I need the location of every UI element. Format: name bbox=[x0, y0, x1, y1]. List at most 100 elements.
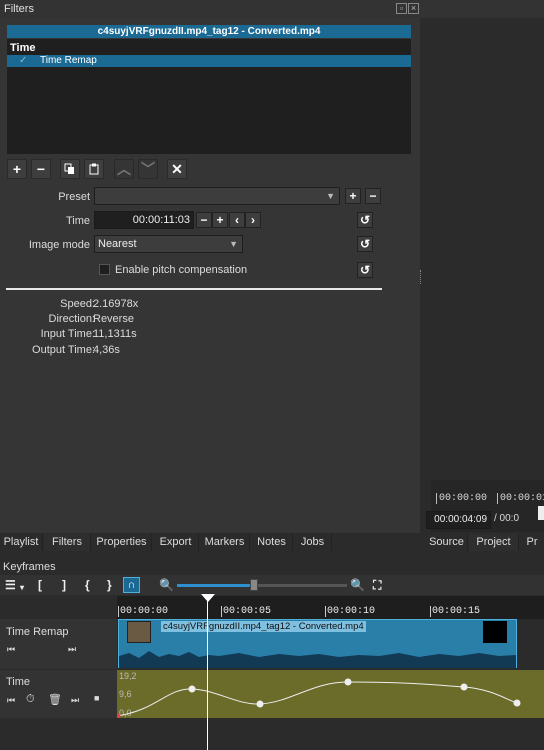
time-input[interactable]: 00:00:11:03 bbox=[94, 211, 194, 229]
trim-out-icon[interactable]: ] bbox=[62, 578, 66, 592]
next-keyframe-button[interactable]: › bbox=[245, 212, 261, 228]
clip-title: c4suyjVRFgnuzdII.mp4_tag12 - Converted.m… bbox=[7, 25, 411, 38]
filter-category-header: Time bbox=[10, 42, 36, 54]
snap-icon[interactable]: ∩ bbox=[123, 577, 140, 593]
keyframes-title: Keyframes bbox=[3, 561, 56, 573]
next-keyframe-icon[interactable]: ⏭ bbox=[68, 644, 76, 655]
playhead[interactable] bbox=[207, 596, 208, 750]
ruler-tick-label: 00:00:10 bbox=[325, 606, 376, 617]
decrement-button[interactable]: − bbox=[196, 212, 212, 228]
ruler-tick-label: 00:00:00 bbox=[118, 606, 169, 617]
reset-image-mode-button[interactable]: ↺ bbox=[357, 236, 373, 252]
keyframe-point[interactable] bbox=[188, 685, 196, 693]
preset-label: Preset bbox=[58, 191, 90, 203]
stop-icon[interactable]: ■ bbox=[94, 693, 99, 703]
duration-text: / 00:0 bbox=[494, 513, 520, 524]
seek-next-icon[interactable]: } bbox=[107, 578, 112, 592]
remove-filter-button[interactable]: − bbox=[31, 159, 51, 179]
copy-filter-button[interactable] bbox=[60, 159, 80, 179]
keyframe-point[interactable] bbox=[344, 678, 352, 686]
chevron-down-icon: ▼ bbox=[229, 239, 238, 249]
add-filter-button[interactable]: + bbox=[7, 159, 27, 179]
speed-value: 2.16978x bbox=[93, 298, 139, 310]
scrub-timecode-a: 00:00:00 bbox=[436, 493, 487, 504]
input-time-label: Input Time: bbox=[40, 328, 95, 340]
track-name: Time Remap bbox=[6, 626, 69, 638]
menu-icon[interactable]: ☰ bbox=[5, 578, 16, 592]
ruler-tick-label: 00:00:05 bbox=[221, 606, 272, 617]
filter-item-label: Time Remap bbox=[40, 55, 97, 66]
time-label: Time bbox=[65, 215, 90, 227]
menu-arrow-icon[interactable]: ▾ bbox=[20, 583, 24, 592]
save-preset-button[interactable]: + bbox=[345, 188, 361, 204]
tab-source[interactable]: Source bbox=[426, 534, 468, 551]
paste-filter-button[interactable] bbox=[84, 159, 104, 179]
clip-thumbnail bbox=[127, 621, 151, 643]
reset-time-button[interactable]: ↺ bbox=[357, 212, 373, 228]
image-mode-label: Image mode bbox=[28, 239, 90, 251]
float-icon[interactable]: ▫ bbox=[396, 3, 407, 14]
tab-filters[interactable]: Filters bbox=[44, 534, 91, 551]
tab-notes[interactable]: Notes bbox=[251, 534, 293, 551]
divider bbox=[6, 288, 382, 290]
zoom-slider[interactable] bbox=[177, 584, 347, 587]
reset-pitch-button[interactable]: ↺ bbox=[357, 262, 373, 278]
keyframe-curve bbox=[117, 678, 521, 719]
direction-label: Direction: bbox=[48, 313, 95, 325]
deselect-filter-button[interactable]: ✕ bbox=[167, 159, 187, 179]
prev-keyframe-button[interactable]: ‹ bbox=[229, 212, 245, 228]
tab-jobs[interactable]: Jobs bbox=[294, 534, 332, 551]
tooltip-edge bbox=[538, 506, 544, 520]
trim-in-icon[interactable]: [ bbox=[38, 578, 42, 592]
tab-program[interactable]: Pr bbox=[520, 534, 544, 551]
chevron-down-icon: ▼ bbox=[326, 191, 335, 201]
prev-keyframe-icon[interactable]: ⏮ bbox=[7, 644, 15, 655]
timeline-clip[interactable]: c4suyjVRFgnuzdII.mp4_tag12 - Converted.m… bbox=[118, 619, 517, 668]
tab-export[interactable]: Export bbox=[153, 534, 199, 551]
keyframe-point[interactable] bbox=[513, 699, 521, 707]
paste-icon bbox=[89, 163, 99, 175]
keyframe-lane[interactable]: 19,2 9,6 0,0 bbox=[117, 670, 544, 718]
keyframe-point[interactable] bbox=[256, 700, 264, 708]
keyframe-point[interactable] bbox=[460, 683, 468, 691]
zoom-in-icon[interactable]: 🔍 bbox=[350, 578, 365, 592]
ruler-tick-label: 00:00:15 bbox=[430, 606, 481, 617]
next-keyframe-icon[interactable]: ⏭ bbox=[71, 695, 79, 706]
tab-playlist[interactable]: Playlist bbox=[0, 534, 43, 551]
filter-list[interactable]: Time ✓ Time Remap bbox=[7, 39, 411, 154]
preset-combo[interactable]: ▼ bbox=[94, 187, 340, 205]
zoom-fit-icon[interactable]: ⛶ bbox=[373, 578, 381, 593]
increment-button[interactable]: + bbox=[212, 212, 228, 228]
position-field[interactable]: 00:00:04:09 bbox=[426, 511, 491, 529]
direction-value: Reverse bbox=[93, 313, 134, 325]
tab-properties[interactable]: Properties bbox=[92, 534, 152, 551]
track-name: Time bbox=[6, 676, 31, 688]
trash-icon[interactable]: 🗑 bbox=[48, 693, 62, 706]
pitch-compensation-label: Enable pitch compensation bbox=[115, 264, 248, 276]
move-down-button[interactable]: ﹀ bbox=[138, 159, 158, 179]
zoom-out-icon[interactable]: 🔍 bbox=[159, 578, 174, 592]
filter-enabled-checkbox[interactable]: ✓ bbox=[19, 55, 27, 66]
seek-previous-icon[interactable]: { bbox=[85, 578, 90, 592]
input-time-value: 11,1311s bbox=[93, 328, 137, 340]
prev-keyframe-icon[interactable]: ⏮ bbox=[7, 695, 15, 706]
close-icon[interactable]: × bbox=[408, 3, 419, 14]
clip-thumbnail-end bbox=[483, 621, 507, 643]
stopwatch-icon[interactable]: ⏱ bbox=[26, 693, 35, 706]
filters-titlebar: Filters ▫ × bbox=[0, 0, 544, 18]
speed-label: Speed: bbox=[60, 298, 95, 310]
tab-markers[interactable]: Markers bbox=[200, 534, 250, 551]
output-time-value: 4,36s bbox=[93, 344, 120, 356]
tab-project[interactable]: Project bbox=[469, 534, 519, 551]
pitch-compensation-checkbox[interactable] bbox=[99, 264, 110, 275]
image-mode-combo[interactable]: Nearest ▼ bbox=[94, 235, 243, 253]
image-mode-value: Nearest bbox=[98, 238, 137, 250]
zoom-slider-handle[interactable] bbox=[249, 579, 258, 591]
keyframe-point-start[interactable] bbox=[117, 713, 121, 719]
splitter-handle[interactable] bbox=[420, 270, 422, 284]
window-title: Filters bbox=[4, 3, 34, 15]
output-time-label: Output Time: bbox=[32, 344, 95, 356]
delete-preset-button[interactable]: − bbox=[365, 188, 381, 204]
move-up-button[interactable]: ︿ bbox=[114, 159, 134, 179]
playhead-handle[interactable] bbox=[201, 594, 215, 602]
